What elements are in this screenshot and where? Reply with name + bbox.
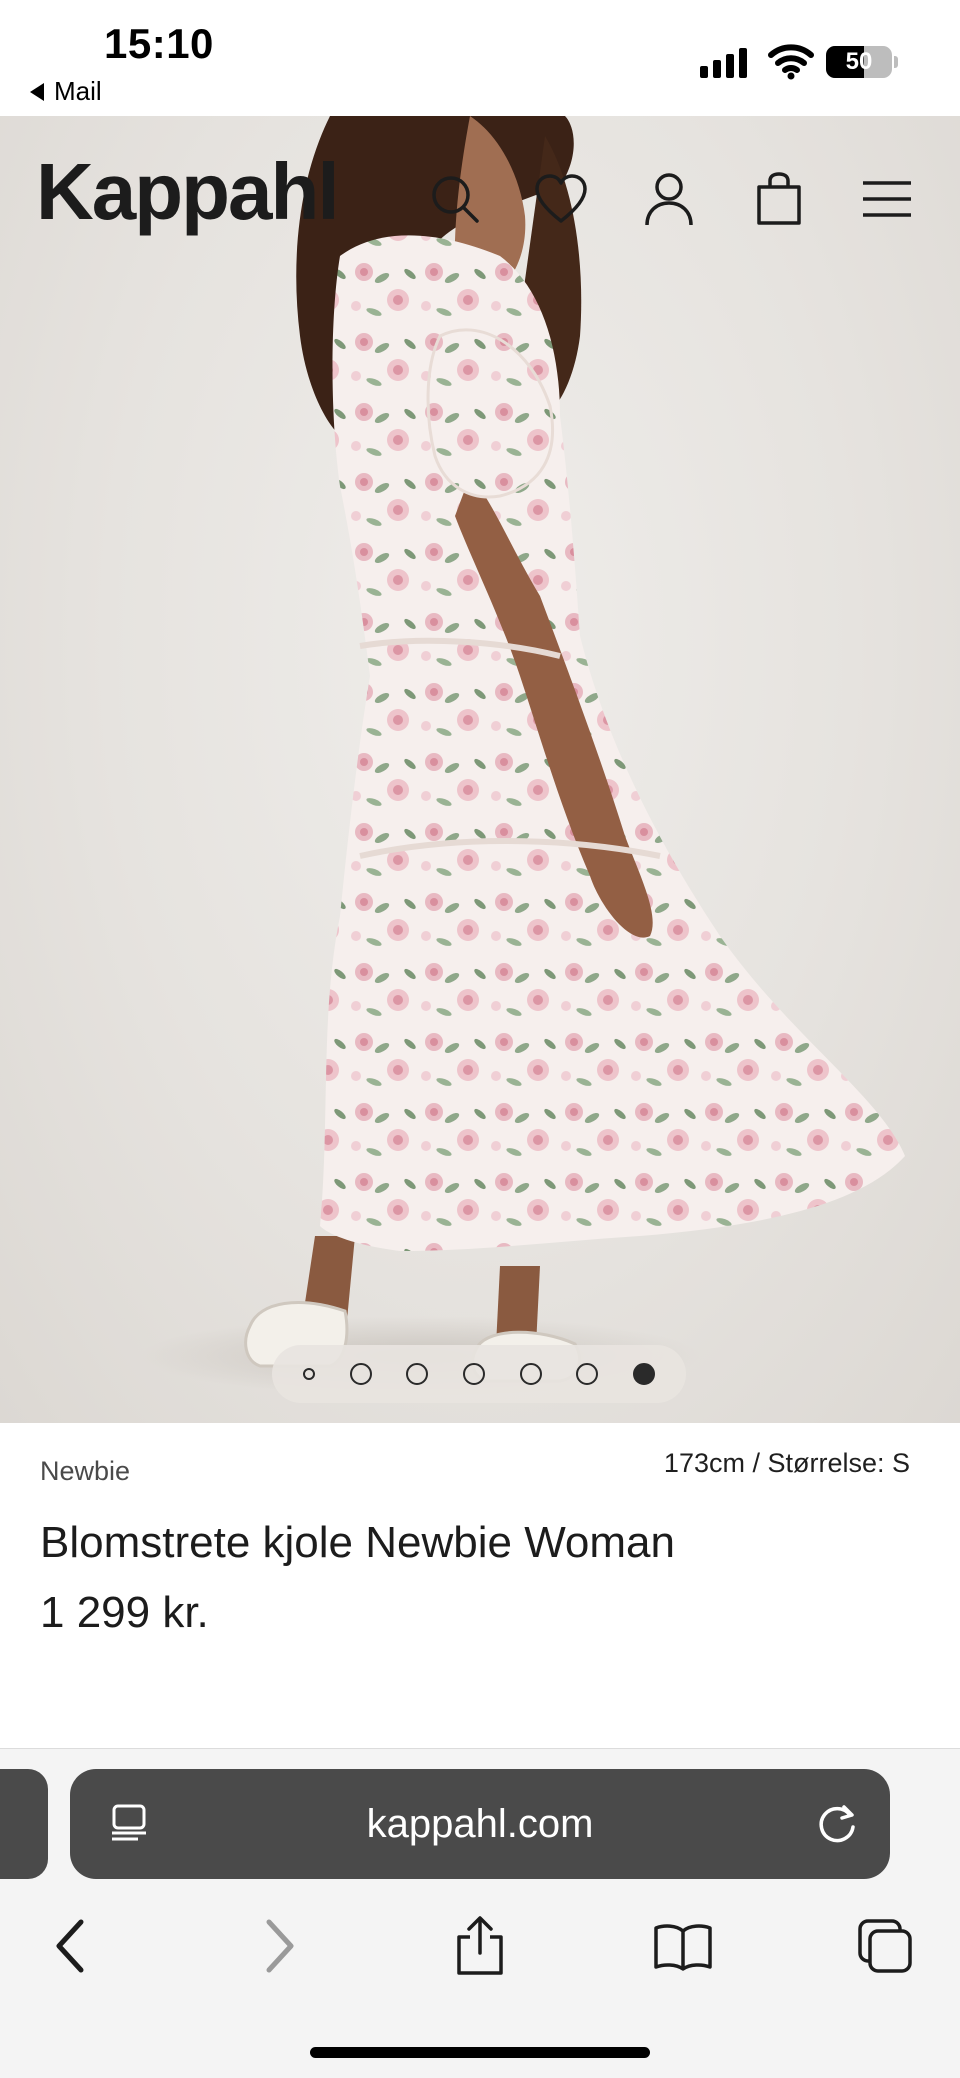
status-bar: 15:10 Mail 50	[0, 0, 960, 116]
account-icon[interactable]	[634, 164, 704, 234]
carousel-dot[interactable]	[349, 1363, 372, 1385]
product-price: 1 299 kr.	[40, 1588, 209, 1637]
forward-icon[interactable]	[244, 1911, 314, 1981]
bag-icon[interactable]	[744, 164, 814, 234]
home-indicator[interactable]	[310, 2047, 650, 2058]
search-icon[interactable]	[420, 164, 490, 234]
browser-bottom-bar: kappahl.com	[0, 1748, 960, 2078]
site-header: Kappahl	[0, 116, 960, 266]
url-text[interactable]: kappahl.com	[70, 1769, 890, 1879]
previous-tab-peek[interactable]	[0, 1769, 48, 1879]
product-image[interactable]	[0, 116, 960, 1423]
back-triangle-icon	[30, 82, 44, 101]
dress-photo	[140, 116, 905, 1396]
carousel-indicator	[272, 1345, 686, 1403]
carousel-dot-active[interactable]	[632, 1363, 655, 1385]
share-icon[interactable]	[445, 1911, 515, 1981]
carousel-dot[interactable]	[303, 1368, 316, 1380]
address-bar[interactable]: kappahl.com	[70, 1769, 890, 1879]
product-brand[interactable]: Newbie	[40, 1456, 130, 1487]
carousel-dot[interactable]	[576, 1363, 599, 1385]
cellular-signal-icon	[700, 46, 747, 78]
battery-icon: 50	[826, 46, 892, 78]
status-time: 15:10	[104, 20, 214, 67]
tabs-icon[interactable]	[850, 1911, 920, 1981]
carousel-dot[interactable]	[462, 1363, 485, 1385]
product-title: Blomstrete kjole Newbie Woman	[40, 1518, 675, 1567]
menu-icon[interactable]	[852, 164, 922, 234]
back-to-mail-label: Mail	[54, 76, 102, 106]
back-icon[interactable]	[36, 1911, 106, 1981]
carousel-dot[interactable]	[519, 1363, 542, 1385]
back-to-mail-link[interactable]: Mail	[30, 76, 102, 107]
battery-percent: 50	[845, 48, 873, 75]
wifi-icon	[768, 44, 814, 80]
reload-icon[interactable]	[814, 1801, 860, 1847]
heart-icon[interactable]	[526, 164, 596, 234]
model-size-info: 173cm / Størrelse: S	[663, 1448, 910, 1478]
bookmarks-icon[interactable]	[648, 1911, 718, 1981]
kappahl-logo[interactable]: Kappahl	[36, 146, 340, 238]
carousel-dot[interactable]	[406, 1363, 429, 1385]
